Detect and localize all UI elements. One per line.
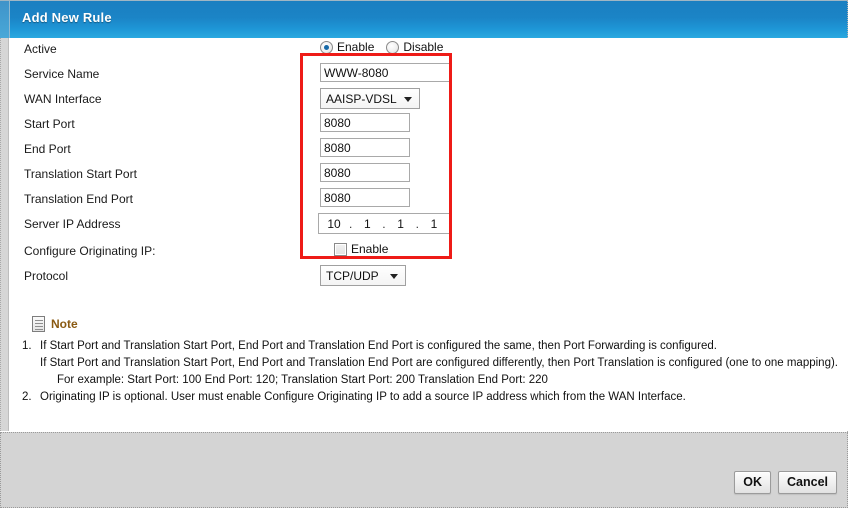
form-row-configure-originating-ip: Configure Originating IP: Enable <box>10 240 480 265</box>
configure-originating-ip-checkbox[interactable] <box>334 242 347 256</box>
left-gutter <box>0 38 9 431</box>
form-row-wan-interface: WAN Interface AAISP-VDSL <box>10 88 480 113</box>
document-icon <box>32 316 45 332</box>
configure-originating-ip-checkbox-group[interactable]: Enable <box>334 240 388 256</box>
radio-enable-label: Enable <box>337 40 375 54</box>
label-start-port: Start Port <box>24 117 75 131</box>
form-row-end-port: End Port <box>10 138 480 163</box>
field-service-name <box>320 63 452 82</box>
field-wan-interface: AAISP-VDSL <box>320 88 420 109</box>
label-active: Active <box>24 42 57 56</box>
note-item-1: 1. If Start Port and Translation Start P… <box>10 338 848 389</box>
field-start-port <box>320 113 410 132</box>
add-new-rule-dialog: Add New Rule Active Enable Disable Servi… <box>0 0 848 508</box>
start-port-input[interactable] <box>320 113 410 132</box>
note-item-1-line-1: If Start Port and Translation Start Port… <box>40 340 717 352</box>
note-list: 1. If Start Port and Translation Start P… <box>10 338 848 406</box>
dialog-body: Active Enable Disable Service Name WWW-8… <box>10 38 848 431</box>
service-name-input[interactable] <box>320 63 452 82</box>
note-header: Note <box>32 316 848 332</box>
server-ip-octet-2[interactable]: 1 <box>356 217 378 231</box>
field-configure-originating-ip: Enable <box>334 240 388 256</box>
form-row-server-ip: Server IP Address 10 . 1 . 1 . 1 <box>10 213 480 238</box>
form-row-service-name: Service Name <box>10 63 480 88</box>
wan-interface-select[interactable]: AAISP-VDSL <box>320 88 420 109</box>
note-title: Note <box>51 317 78 331</box>
label-service-name: Service Name <box>24 67 100 81</box>
server-ip-octet-4[interactable]: 1 <box>423 217 445 231</box>
titlebar-accent-strip <box>0 1 10 38</box>
field-end-port <box>320 138 410 157</box>
label-translation-start-port: Translation Start Port <box>24 167 137 181</box>
radio-disable-label: Disable <box>403 40 444 54</box>
note-item-1-number: 1. <box>22 340 32 352</box>
chevron-down-icon <box>403 96 412 102</box>
protocol-value: TCP/UDP <box>326 268 379 283</box>
protocol-select[interactable]: TCP/UDP <box>320 265 406 286</box>
translation-start-port-input[interactable] <box>320 163 410 182</box>
label-translation-end-port: Translation End Port <box>24 192 133 206</box>
note-item-2: 2. Originating IP is optional. User must… <box>10 389 848 406</box>
chevron-down-icon <box>390 273 398 279</box>
server-ip-separator-2: . <box>382 216 386 231</box>
radio-enable[interactable] <box>320 40 333 54</box>
field-protocol: TCP/UDP <box>320 265 406 286</box>
ok-button[interactable]: OK <box>734 471 771 494</box>
form-row-translation-end-port: Translation End Port <box>10 188 480 213</box>
configure-originating-ip-label: Enable <box>351 242 389 256</box>
dialog-footer: OK Cancel <box>0 432 848 508</box>
footer-buttons: OK Cancel <box>734 471 837 494</box>
wan-interface-value: AAISP-VDSL <box>326 91 397 106</box>
field-translation-end-port <box>320 188 410 207</box>
field-translation-start-port <box>320 163 410 182</box>
field-active: Enable Disable <box>320 38 451 54</box>
label-protocol: Protocol <box>24 269 69 283</box>
cancel-button[interactable]: Cancel <box>778 471 837 494</box>
form-row-translation-start-port: Translation Start Port <box>10 163 480 188</box>
dialog-titlebar: Add New Rule <box>0 0 848 38</box>
note-item-2-number: 2. <box>22 391 32 403</box>
note-section: Note 1. If Start Port and Translation St… <box>10 316 848 406</box>
label-server-ip-address: Server IP Address <box>24 217 121 231</box>
note-item-1-line-3: For example: Start Port: 100 End Port: 1… <box>57 374 548 386</box>
translation-end-port-input[interactable] <box>320 188 410 207</box>
form-row-protocol: Protocol TCP/UDP <box>10 265 480 290</box>
form-row-start-port: Start Port <box>10 113 480 138</box>
server-ip-separator-3: . <box>415 216 419 231</box>
note-item-1-line-2: If Start Port and Translation Start Port… <box>40 357 838 369</box>
server-ip-separator-1: . <box>348 216 353 231</box>
field-server-ip: 10 . 1 . 1 . 1 <box>318 213 450 234</box>
server-ip-input-group[interactable]: 10 . 1 . 1 . 1 <box>318 213 450 234</box>
active-radio-group[interactable]: Enable Disable <box>320 38 451 54</box>
label-wan-interface: WAN Interface <box>24 92 102 106</box>
label-end-port: End Port <box>24 142 71 156</box>
server-ip-octet-1[interactable]: 10 <box>323 217 345 231</box>
label-configure-originating-ip: Configure Originating IP: <box>24 244 156 258</box>
note-item-2-line-1: Originating IP is optional. User must en… <box>40 391 686 403</box>
server-ip-octet-3[interactable]: 1 <box>390 217 412 231</box>
form-row-active: Active Enable Disable <box>10 38 480 63</box>
radio-disable[interactable] <box>386 40 400 54</box>
page-title: Add New Rule <box>22 10 112 25</box>
end-port-input[interactable] <box>320 138 410 157</box>
